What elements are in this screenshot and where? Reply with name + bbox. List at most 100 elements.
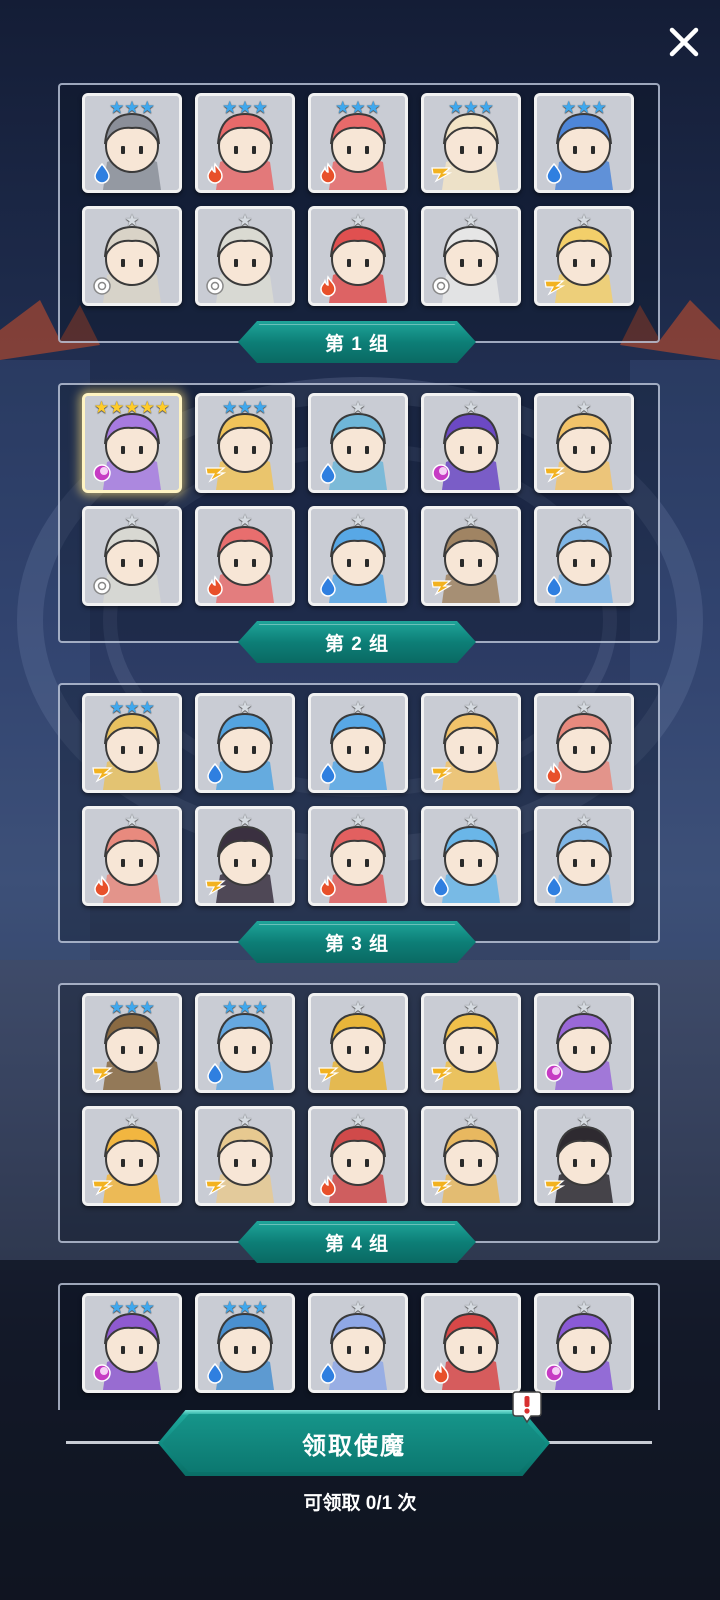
star-icon: ★ bbox=[124, 1111, 140, 1130]
hero-grid: ★ ★ ★ ★ ★ ★ ★ ★ ★ ★ ★ ★ ★ ★ bbox=[82, 993, 634, 1206]
hero-card-angel[interactable]: ★ ★ ★ bbox=[421, 93, 521, 193]
hero-card-paladin[interactable]: ★ bbox=[421, 506, 521, 606]
hero-card-purple-beast[interactable]: ★ bbox=[534, 1293, 634, 1393]
hero-card-dragon[interactable]: ★ bbox=[308, 206, 408, 306]
group-label: 第 1 组 bbox=[238, 321, 476, 363]
hero-group-5: ★ ★ ★ ★ ★ ★ ★ ★ ★ bbox=[58, 1283, 660, 1410]
star-icon: ★ bbox=[222, 98, 238, 117]
exclamation-icon bbox=[512, 1391, 542, 1424]
star-rating: ★ ★ ★ bbox=[311, 99, 405, 116]
light-element-icon bbox=[204, 462, 227, 484]
star-rating: ★ bbox=[424, 812, 518, 829]
star-rating: ★ bbox=[537, 812, 631, 829]
hero-card-mummy-blue[interactable]: ★ bbox=[308, 393, 408, 493]
star-rating: ★ ★ ★ bbox=[85, 99, 179, 116]
hero-grid: ★ ★ ★ ★ ★ ★ ★ ★ ★ ★ ★ ★ ★ ★ ★ ★ bbox=[82, 393, 634, 606]
star-icon: ★ bbox=[463, 511, 479, 530]
hero-group-4: ★ ★ ★ ★ ★ ★ ★ ★ ★ ★ ★ ★ ★ ★ 第 4 组 bbox=[58, 983, 660, 1263]
close-button[interactable] bbox=[660, 18, 708, 66]
hero-card-shark[interactable]: ★ bbox=[82, 506, 182, 606]
hero-card-bride[interactable]: ★ bbox=[421, 206, 521, 306]
star-rating: ★ bbox=[424, 1112, 518, 1129]
star-icon: ★ bbox=[350, 698, 366, 717]
hero-card-cactus[interactable]: ★ bbox=[195, 206, 295, 306]
hero-card-hermit-crab-gold[interactable]: ★ bbox=[195, 1106, 295, 1206]
hero-card-skeleton[interactable]: ★ bbox=[82, 1106, 182, 1206]
star-icon: ★ bbox=[576, 698, 592, 717]
star-icon: ★ bbox=[463, 398, 479, 417]
water-element-icon bbox=[543, 875, 565, 897]
star-icon: ★ bbox=[350, 998, 366, 1017]
star-icon: ★ bbox=[350, 211, 366, 230]
hero-card-knight[interactable]: ★ ★ ★ bbox=[82, 93, 182, 193]
star-icon: ★ bbox=[576, 1111, 592, 1130]
star-icon: ★ bbox=[576, 1298, 592, 1317]
hero-card-warlord[interactable]: ★ ★ ★ bbox=[82, 993, 182, 1093]
hero-card-blue-dragon[interactable]: ★ bbox=[308, 693, 408, 793]
star-icon: ★ bbox=[124, 98, 140, 117]
hero-card-yeti[interactable]: ★ ★ ★ bbox=[195, 993, 295, 1093]
hero-card-venus-trap[interactable]: ★ bbox=[534, 993, 634, 1093]
star-icon: ★ bbox=[124, 1298, 140, 1317]
hero-card-emperor[interactable]: ★ bbox=[534, 1106, 634, 1206]
star-rating: ★ bbox=[311, 999, 405, 1016]
hero-card-golden-cactus[interactable]: ★ bbox=[421, 993, 521, 1093]
hero-card-red-beast[interactable]: ★ bbox=[421, 1293, 521, 1393]
group-label: 第 3 组 bbox=[238, 921, 476, 963]
water-element-icon bbox=[430, 875, 452, 897]
hero-card-imp[interactable]: ★ bbox=[308, 806, 408, 906]
star-icon: ★ bbox=[252, 998, 268, 1017]
star-rating: ★ bbox=[311, 512, 405, 529]
hero-card-mummy[interactable]: ★ ★ ★ bbox=[195, 393, 295, 493]
groups-scroll-area[interactable]: ★ ★ ★ ★ ★ ★ ★ ★ ★ ★ ★ ★ ★ ★ ★ ★ ★ ★ ★ ★ 第 1 组 ★ ★ ★ ★ ★ ★ ★ ★ ★ ★ ★ ★ ★ ★ ★… bbox=[0, 78, 720, 1410]
light-element-icon bbox=[543, 275, 566, 297]
star-icon: ★ bbox=[252, 398, 268, 417]
hero-card-hermit-crab[interactable]: ★ bbox=[82, 806, 182, 906]
star-rating: ★ bbox=[311, 399, 405, 416]
star-rating: ★ bbox=[311, 1299, 405, 1316]
hero-card-blue-dragon[interactable]: ★ bbox=[308, 506, 408, 606]
fire-element-icon bbox=[430, 1362, 452, 1384]
star-icon: ★ bbox=[576, 211, 592, 230]
hero-card-cat-mage-blue[interactable]: ★ bbox=[195, 693, 295, 793]
dark-element-icon bbox=[91, 462, 113, 484]
hero-card-queen[interactable]: ★ ★ ★ bbox=[195, 93, 295, 193]
star-icon: ★ bbox=[237, 811, 253, 830]
star-rating: ★ bbox=[424, 399, 518, 416]
hero-card-dark-hair[interactable]: ★ bbox=[195, 806, 295, 906]
light-element-icon bbox=[204, 875, 227, 897]
hero-card-ninja[interactable]: ★ ★ ★ ★ ★ bbox=[82, 393, 182, 493]
star-icon: ★ bbox=[463, 211, 479, 230]
hero-card-priestess[interactable]: ★ ★ ★ bbox=[534, 93, 634, 193]
hero-card-golden-treant[interactable]: ★ bbox=[308, 993, 408, 1093]
hero-card-fox-girl-2[interactable]: ★ bbox=[421, 693, 521, 793]
hero-card-winged-knight[interactable]: ★ bbox=[534, 806, 634, 906]
hero-card-sheep[interactable]: ★ bbox=[534, 206, 634, 306]
hero-card-gladiator[interactable]: ★ bbox=[308, 1106, 408, 1206]
hero-card-elf[interactable]: ★ bbox=[82, 206, 182, 306]
hero-card-winged-knight[interactable]: ★ bbox=[534, 506, 634, 606]
hero-card-cat-mage[interactable]: ★ bbox=[195, 506, 295, 606]
hero-group-1: ★ ★ ★ ★ ★ ★ ★ ★ ★ ★ ★ ★ ★ ★ ★ ★ ★ ★ ★ ★ 第 1 组 bbox=[58, 83, 660, 363]
star-rating: ★ ★ ★ bbox=[85, 1299, 179, 1316]
star-rating: ★ ★ ★ bbox=[198, 999, 292, 1016]
claim-familiar-button[interactable]: 领取使魔 bbox=[158, 1410, 550, 1476]
star-icon: ★ bbox=[109, 998, 125, 1017]
water-element-icon bbox=[317, 762, 339, 784]
hero-card-ghost[interactable]: ★ bbox=[308, 1293, 408, 1393]
dark-element-icon bbox=[543, 1362, 565, 1384]
hero-card-hooded[interactable]: ★ ★ ★ bbox=[82, 1293, 182, 1393]
hero-card-witch[interactable]: ★ ★ ★ bbox=[82, 693, 182, 793]
star-icon: ★ bbox=[109, 98, 125, 117]
hero-card-fox-girl[interactable]: ★ bbox=[534, 393, 634, 493]
hero-card-hermit-crab[interactable]: ★ bbox=[534, 693, 634, 793]
hero-card-treant[interactable]: ★ bbox=[421, 393, 521, 493]
star-icon: ★ bbox=[139, 998, 155, 1017]
hero-card-cyclops[interactable]: ★ ★ ★ bbox=[195, 1293, 295, 1393]
light-element-icon bbox=[91, 1175, 114, 1197]
hero-card-queen[interactable]: ★ ★ ★ bbox=[308, 93, 408, 193]
group-label: 第 4 组 bbox=[238, 1221, 476, 1263]
hero-card-ice-girl[interactable]: ★ bbox=[421, 806, 521, 906]
star-icon: ★ bbox=[124, 998, 140, 1017]
hero-card-moai[interactable]: ★ bbox=[421, 1106, 521, 1206]
